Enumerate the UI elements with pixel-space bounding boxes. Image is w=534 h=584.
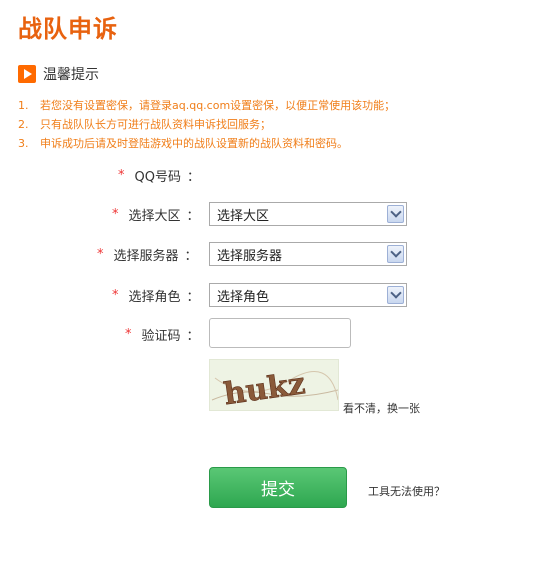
server-field-label: * 选择服务器 ： (97, 247, 198, 264)
tips-header: 温馨提示 (18, 64, 99, 84)
captcha-input[interactable] (209, 318, 351, 348)
captcha-field-label: * 验证码 ： (125, 327, 200, 344)
tool-unavailable-link[interactable]: 工具无法使用？ (368, 483, 445, 499)
region-field-label: * 选择大区 ： (112, 207, 200, 224)
region-label: 选择大区 (128, 209, 181, 224)
required-mark: * (118, 168, 125, 183)
tip-item: 2. 只有战队队长方可进行战队资料申诉找回服务； (18, 118, 271, 131)
tip-item: 1. 若您没有设置密保，请登录aq.qq.com设置密保，以便正常使用该功能； (18, 99, 396, 112)
role-select-value: 选择角色 (217, 289, 270, 305)
role-label: 选择角色 (128, 290, 181, 305)
chevron-down-icon[interactable] (387, 205, 404, 223)
server-label: 选择服务器 (113, 249, 179, 264)
captcha-label: 验证码 (141, 329, 181, 344)
play-arrow-icon (18, 65, 36, 83)
required-mark: * (112, 207, 119, 222)
tips-list: 1. 若您没有设置密保，请登录aq.qq.com设置密保，以便正常使用该功能； 2… (18, 96, 395, 153)
role-select[interactable]: 选择角色 (209, 283, 407, 307)
refresh-captcha-link[interactable]: 看不清，换一张 (343, 400, 420, 416)
server-select-value: 选择服务器 (217, 248, 283, 264)
required-mark: * (112, 288, 119, 303)
submit-button[interactable]: 提交 (209, 467, 347, 508)
chevron-down-icon[interactable] (387, 245, 404, 263)
required-mark: * (125, 327, 132, 342)
role-field-label: * 选择角色 ： (112, 288, 200, 305)
captcha-text: hukz (222, 366, 308, 411)
qq-label: QQ号码 (134, 170, 181, 185)
required-mark: * (97, 247, 104, 262)
captcha-graphic: hukz (211, 366, 338, 411)
region-select[interactable]: 选择大区 (209, 202, 407, 226)
tips-heading: 温馨提示 (43, 67, 99, 83)
server-select[interactable]: 选择服务器 (209, 242, 407, 266)
region-select-value: 选择大区 (217, 208, 270, 224)
qq-field-label: * QQ号码 ： (118, 168, 200, 185)
captcha-image[interactable]: hukz (209, 359, 339, 411)
chevron-down-icon[interactable] (387, 286, 404, 304)
tip-item: 3. 申诉成功后请及时登陆游戏中的战队设置新的战队资料和密码。 (18, 137, 348, 150)
page-title: 战队申诉 (18, 15, 118, 43)
